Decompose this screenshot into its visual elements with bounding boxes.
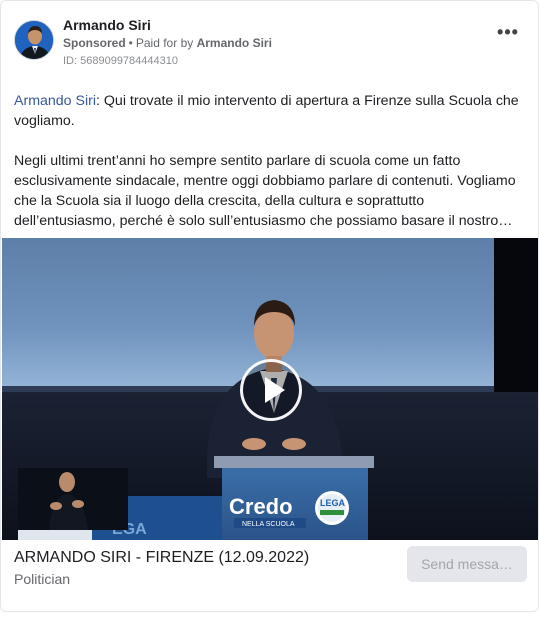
- avatar-image: [15, 21, 53, 59]
- ad-header: Armando Siri Sponsored • Paid for by Arman…: [14, 15, 526, 71]
- send-message-button[interactable]: Send messa…: [407, 546, 527, 582]
- video-player[interactable]: Credo NELLA SCUOLA LEGA EGA: [2, 238, 538, 540]
- video-title[interactable]: ARMANDO SIRI - FIRENZE (12.09.2022): [14, 549, 309, 567]
- podium-text: Credo: [229, 494, 293, 519]
- sponsored-label: Sponsored: [63, 36, 126, 50]
- body-paragraph: Negli ultimi trent’anni ho sempre sentit…: [14, 153, 516, 229]
- avatar[interactable]: [14, 20, 54, 60]
- page-category: Politician: [14, 571, 71, 587]
- separator-dot: •: [128, 36, 133, 50]
- intro-paragraph: Armando Siri: Qui trovate il mio interve…: [14, 91, 522, 131]
- author-link[interactable]: Armando Siri: [14, 93, 96, 109]
- ad-card: Armando Siri Sponsored • Paid for by Arman…: [0, 0, 539, 612]
- podium-subtext: NELLA SCUOLA: [242, 521, 295, 528]
- party-logo-text: LEGA: [320, 498, 346, 508]
- ad-id: ID: 5689099784444310: [63, 55, 178, 67]
- more-options-icon[interactable]: •••: [492, 23, 524, 49]
- sponsored-line: Sponsored • Paid for by Armando Siri: [63, 36, 272, 50]
- play-icon[interactable]: [240, 359, 302, 421]
- paid-for-name: Armando Siri: [196, 36, 272, 50]
- ad-body-text: Armando Siri: Qui trovate il mio interve…: [14, 91, 522, 231]
- paid-for-prefix: Paid for by: [135, 36, 194, 50]
- advertiser-name[interactable]: Armando Siri: [63, 17, 151, 33]
